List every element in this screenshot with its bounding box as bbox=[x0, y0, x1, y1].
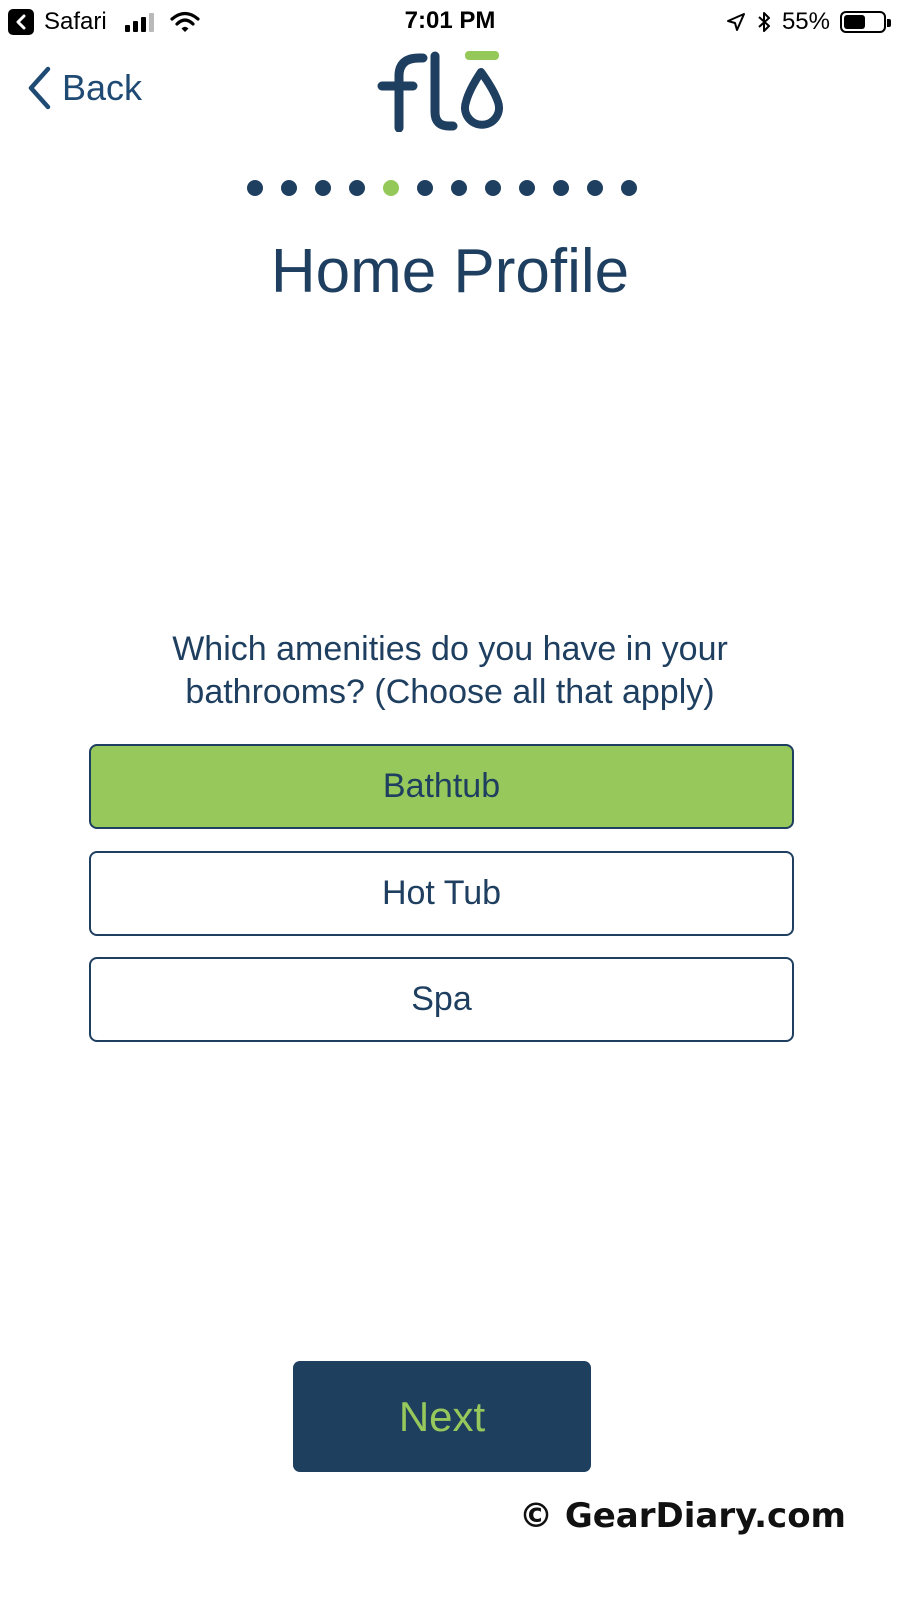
progress-indicator bbox=[247, 180, 637, 196]
progress-dot bbox=[349, 180, 365, 196]
status-bar: Safari 7:01 PM 55% bbox=[0, 0, 900, 44]
progress-dot bbox=[451, 180, 467, 196]
option-hot-tub[interactable]: Hot Tub bbox=[89, 851, 794, 936]
next-button[interactable]: Next bbox=[293, 1361, 591, 1472]
question-text: Which amenities do you have in your bath… bbox=[172, 630, 728, 711]
progress-dot bbox=[519, 180, 535, 196]
page-title: Home Profile bbox=[270, 237, 630, 306]
next-label: Next bbox=[398, 1392, 486, 1440]
back-label: Back bbox=[62, 67, 143, 108]
option-bathtub[interactable]: Bathtub bbox=[89, 744, 794, 829]
progress-dot bbox=[281, 180, 297, 196]
bluetooth-icon bbox=[758, 12, 770, 32]
progress-dot bbox=[247, 180, 263, 196]
progress-dot bbox=[485, 180, 501, 196]
option-label: Spa bbox=[411, 980, 472, 1018]
progress-dot bbox=[315, 180, 331, 196]
option-spa[interactable]: Spa bbox=[89, 957, 794, 1042]
battery-icon bbox=[840, 11, 891, 33]
progress-dot bbox=[587, 180, 603, 196]
watermark: © GearDiary.com bbox=[518, 1496, 846, 1536]
battery-fill bbox=[844, 15, 865, 29]
option-label: Bathtub bbox=[382, 767, 501, 805]
progress-dot bbox=[553, 180, 569, 196]
flo-logo bbox=[377, 51, 503, 132]
back-button[interactable]: Back bbox=[26, 66, 142, 110]
battery-percent: 55% bbox=[781, 8, 830, 35]
chevron-left-icon bbox=[28, 66, 51, 110]
progress-dot bbox=[621, 180, 637, 196]
option-label: Hot Tub bbox=[381, 874, 502, 912]
progress-dot bbox=[417, 180, 433, 196]
progress-dot-active bbox=[383, 180, 399, 196]
status-right: 55% bbox=[726, 8, 891, 36]
location-icon bbox=[726, 13, 745, 31]
